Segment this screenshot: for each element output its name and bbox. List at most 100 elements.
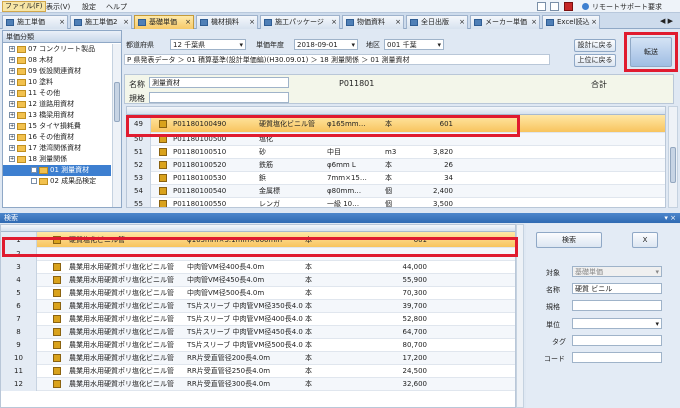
table-row[interactable]: 9 農業用水用硬質ポリ塩化ビニル管 TS片スリーブ 中肉管VM径500長4.0m 本 8… — [1, 339, 515, 352]
pdf-icon[interactable] — [564, 2, 573, 11]
name-search-input[interactable]: 硬質 ビニル — [572, 283, 662, 294]
table-row[interactable]: 3 農業用水用硬質ポリ塩化ビニル管 中肉管VM径400長4.0m 本 44,000 — [1, 261, 515, 274]
expand-icon[interactable]: + — [9, 68, 15, 74]
expand-icon[interactable]: + — [9, 101, 15, 107]
close-icon[interactable]: × — [395, 16, 401, 28]
cell-spec: φ80mm… — [327, 187, 362, 195]
info-panel: 名称 測量資材 P011801 合計 規格 — [124, 74, 674, 104]
close-icon[interactable]: × — [531, 16, 537, 28]
expand-icon[interactable]: + — [9, 112, 15, 118]
expand-icon[interactable] — [31, 178, 37, 184]
table-row[interactable]: 12 農業用水用硬質ポリ塩化ビニル管 RR片受直管径300長4.0m 本 32,600 — [1, 378, 515, 391]
close-icon[interactable]: × — [123, 16, 129, 28]
grid-scrollbar[interactable] — [668, 106, 678, 208]
tab-excel-import[interactable]: Excel読込 × — [542, 15, 600, 29]
tree-item[interactable]: +07 コンクリート製品 — [3, 44, 111, 55]
expand-icon[interactable]: + — [9, 57, 15, 63]
close-icon[interactable]: × — [331, 16, 337, 28]
expand-icon[interactable]: + — [9, 123, 15, 129]
code-input[interactable] — [572, 352, 662, 363]
cell-spec: 中肉管VM径400長4.0m — [187, 263, 265, 271]
table-row[interactable]: 53 P01180100530 鋲 7mm×15… 本 34 — [127, 172, 665, 185]
scroll-thumb[interactable] — [670, 147, 676, 183]
menu-help[interactable]: ヘルプ — [104, 2, 129, 12]
close-search-button[interactable]: X — [632, 232, 658, 248]
tree-item[interactable]: 02 成果品検定 — [3, 176, 111, 187]
folder-icon — [17, 155, 26, 163]
unit-select[interactable]: ▾ — [572, 318, 662, 329]
menu-view[interactable]: 表示(V) — [44, 2, 72, 12]
cell-unit: 本 — [305, 380, 312, 388]
chevron-down-icon: ▾ — [437, 41, 441, 49]
tab-maker-price[interactable]: メーカー単価 × — [470, 15, 540, 29]
cell-price: 70,300 — [402, 289, 428, 297]
tree-item[interactable]: +12 道路用資材 — [3, 99, 111, 110]
menu-settings[interactable]: 設定 — [80, 2, 98, 12]
tree-item[interactable]: +11 その他 — [3, 88, 111, 99]
tab-scroll-icon[interactable]: ◀ ▶ — [660, 17, 673, 25]
menu-file[interactable]: ファイル(F) — [2, 1, 46, 12]
tab-equipment-rental[interactable]: 機材損料 × — [196, 15, 258, 29]
close-icon[interactable]: × — [591, 16, 597, 28]
close-icon[interactable]: × — [459, 16, 465, 28]
tree-item[interactable]: +16 その他資材 — [3, 132, 111, 143]
tab-zennichi[interactable]: 全日出版 × — [406, 15, 468, 29]
table-row[interactable]: 7 農業用水用硬質ポリ塩化ビニル管 TS片スリーブ 中肉管VM径400長4.0m 本 5… — [1, 313, 515, 326]
close-icon[interactable]: × — [59, 16, 65, 28]
tag-input[interactable] — [572, 335, 662, 346]
tree-item[interactable]: +13 橋梁用資材 — [3, 110, 111, 121]
table-row[interactable]: 5 農業用水用硬質ポリ塩化ビニル管 中肉管VM径500長4.0m 本 70,300 — [1, 287, 515, 300]
tag-label: タグ — [552, 338, 566, 346]
tab-icon — [474, 19, 482, 26]
search-button[interactable]: 検索 — [536, 232, 602, 248]
tree-item[interactable]: +10 塗料 — [3, 77, 111, 88]
scroll-thumb[interactable] — [114, 82, 120, 122]
tab-basic-price[interactable]: 基礎単価 × — [134, 15, 194, 29]
print-icon[interactable] — [550, 2, 559, 11]
cell-code: P01180100530 — [173, 174, 227, 182]
tree-item-label: 17 港湾関係資材 — [28, 144, 82, 152]
table-row[interactable]: 51 P01180100510 砂 中目 m3 3,820 — [127, 146, 665, 159]
tree-item[interactable]: +09 仮設関連資材 — [3, 66, 111, 77]
tree-item[interactable]: +18 測量関係 — [3, 154, 111, 165]
cell-spec: 一級 10… — [327, 200, 360, 208]
table-row[interactable]: 6 農業用水用硬質ポリ塩化ビニル管 TS片スリーブ 中肉管VM径350長4.0m 本 3… — [1, 300, 515, 313]
tree-item[interactable]: +17 港湾関係資材 — [3, 143, 111, 154]
expand-icon[interactable]: + — [9, 46, 15, 52]
remote-support-link[interactable]: リモートサポート要求 — [590, 2, 664, 12]
doc-icon[interactable] — [537, 2, 546, 11]
tree-item[interactable]: 01 測量資材 — [3, 165, 111, 176]
area-select[interactable]: 001 千葉 ▾ — [384, 39, 444, 50]
table-row[interactable]: 54 P01180100540 金属標 φ80mm… 個 2,400 — [127, 185, 665, 198]
expand-icon[interactable]: + — [9, 79, 15, 85]
tab-price-material[interactable]: 物価資料 × — [342, 15, 404, 29]
tab-construction-price[interactable]: 施工単価 × — [2, 15, 68, 29]
table-row[interactable]: 4 農業用水用硬質ポリ塩化ビニル管 中肉管VM径450長4.0m 本 55,900 — [1, 274, 515, 287]
table-row[interactable]: 10 農業用水用硬質ポリ塩化ビニル管 RR片受直管径200長4.0m 本 17,200 — [1, 352, 515, 365]
spec-search-input[interactable] — [572, 300, 662, 311]
back-to-design-button[interactable]: 設計に戻る — [574, 39, 616, 52]
year-select[interactable]: 2018-09-01 ▾ — [294, 39, 358, 50]
table-row[interactable]: 52 P01180100520 鉄筋 φ6mm L 本 26 — [127, 159, 665, 172]
tab-construction-package[interactable]: 施工パッケージ × — [260, 15, 340, 29]
tree-scrollbar[interactable] — [112, 44, 121, 207]
tree-item[interactable]: +15 タイヤ損耗費 — [3, 121, 111, 132]
pin-icon[interactable]: ▾ × — [664, 213, 676, 223]
code-label: コード — [544, 355, 565, 363]
close-icon[interactable]: × — [185, 16, 191, 28]
expand-icon[interactable] — [31, 167, 37, 173]
table-row[interactable]: 55 P01180100550 レンガ 一級 10… 個 3,500 — [127, 198, 665, 208]
transfer-button[interactable]: 転送 — [630, 37, 672, 67]
expand-icon[interactable]: + — [9, 145, 15, 151]
expand-icon[interactable]: + — [9, 134, 15, 140]
tab-construction-price-2[interactable]: 施工単価2 × — [70, 15, 132, 29]
table-row[interactable]: 8 農業用水用硬質ポリ塩化ビニル管 TS片スリーブ 中肉管VM径450長4.0m 本 6… — [1, 326, 515, 339]
pref-select[interactable]: 12 千葉県 ▾ — [170, 39, 246, 50]
expand-icon[interactable]: + — [9, 90, 15, 96]
chevron-down-icon: ▾ — [351, 41, 355, 49]
tree-item[interactable]: +08 木材 — [3, 55, 111, 66]
close-icon[interactable]: × — [249, 16, 255, 28]
expand-icon[interactable]: + — [9, 156, 15, 162]
table-row[interactable]: 11 農業用水用硬質ポリ塩化ビニル管 RR片受直管径250長4.0m 本 24,500 — [1, 365, 515, 378]
go-up-button[interactable]: 上位に戻る — [574, 54, 616, 67]
